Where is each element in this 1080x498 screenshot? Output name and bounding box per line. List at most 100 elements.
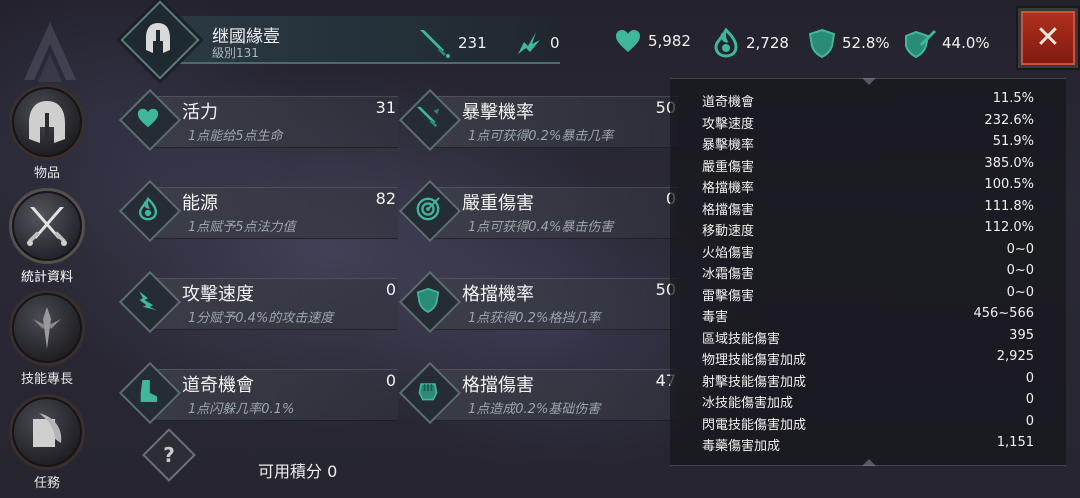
stat-row: 毒害 456~566 <box>702 306 1034 327</box>
target-icon <box>416 197 440 221</box>
character-level: 級別131 <box>212 46 259 60</box>
attribute-name: 暴擊機率 <box>462 102 534 123</box>
stat-value: 112.0% <box>984 220 1034 235</box>
attribute-value: 31 <box>375 98 396 117</box>
health-value: 5,982 <box>648 32 691 50</box>
stat-row: 移動速度 112.0% <box>702 220 1034 241</box>
stat-row: 區域技能傷害 395 <box>702 328 1034 349</box>
attribute-dodge[interactable]: 道奇機會 0 1点闪躲几率0.1% <box>118 361 398 425</box>
stat-value: 111.8% <box>984 198 1034 214</box>
shield-icon <box>416 287 440 313</box>
stat-value: 385.0% <box>984 155 1034 171</box>
stat-value: 232.6% <box>984 112 1034 128</box>
stat-name: 嚴重傷害 <box>702 159 755 175</box>
stat-row: 格擋傷害 111.8% <box>702 199 1034 220</box>
nav-item-items[interactable]: 物品 <box>4 84 90 181</box>
close-button[interactable]: ✕ <box>1018 8 1078 68</box>
stat-row: 雷擊傷害 0~0 <box>702 285 1034 306</box>
stat-name: 區域技能傷害 <box>702 331 781 347</box>
stat-row: 暴擊機率 51.9% <box>702 134 1034 155</box>
stat-value: 0 <box>1025 413 1034 429</box>
stat-name: 格擋機率 <box>702 181 755 196</box>
stat-name: 冰技能傷害加成 <box>702 396 794 411</box>
stats-panel: 道奇機會 11.5% 攻擊速度 232.6% 暴擊機率 51.9% 嚴重傷害 385.0% 格擋… <box>670 78 1066 466</box>
nav-item-stats[interactable]: 統計資料 <box>4 188 90 285</box>
stat-name: 格擋傷害 <box>702 202 755 218</box>
nav-item-skills[interactable]: 技能專長 <box>4 290 90 387</box>
attribute-desc: 1点可获得0.4%暴击伤害 <box>468 220 614 235</box>
attribute-name: 格擋機率 <box>462 284 534 305</box>
attribute-block-damage[interactable]: 格擋傷害 47 1点造成0.2%基础伤害 <box>398 361 678 425</box>
attribute-name: 嚴重傷害 <box>462 193 534 214</box>
stat-value: 11.5% <box>992 91 1034 106</box>
attack-value: 231 <box>458 34 487 52</box>
attribute-value: 0 <box>385 280 396 299</box>
stat-name: 火焰傷害 <box>702 245 755 261</box>
winged-hand-icon <box>139 291 157 311</box>
stat-row: 冰技能傷害加成 0 <box>702 392 1034 413</box>
armor-value: 52.8% <box>842 34 890 52</box>
attribute-block-chance[interactable]: 格擋機率 50 1点获得0.2%格挡几率 <box>398 270 678 334</box>
gauntlet-icon <box>418 383 438 401</box>
resist-value: 44.0% <box>942 34 990 52</box>
stat-row: 物理技能傷害加成 2,925 <box>702 349 1034 370</box>
stat-row: 火焰傷害 0~0 <box>702 242 1034 263</box>
sword-icon <box>420 30 450 58</box>
attribute-value: 82 <box>375 189 396 208</box>
attack-stat: 231 <box>418 28 487 58</box>
available-points: 可用積分 0 <box>258 462 338 481</box>
health-stat: 5,982 <box>614 28 691 54</box>
nav-label: 統計資料 <box>20 270 73 285</box>
stat-name: 物理技能傷害加成 <box>702 353 807 368</box>
attribute-name: 活力 <box>182 102 218 123</box>
stat-row: 道奇機會 11.5% <box>702 91 1034 112</box>
stat-name: 道奇機會 <box>702 95 755 110</box>
attribute-attack-speed[interactable]: 攻擊速度 0 1分赋予0.4%的攻击速度 <box>118 270 398 334</box>
helmet-icon <box>29 101 65 143</box>
stat-name: 射擊技能傷害加成 <box>702 374 807 390</box>
attribute-desc: 1点闪躲几率0.1% <box>188 402 295 417</box>
game-logo-icon <box>24 22 76 82</box>
attribute-crit-damage[interactable]: 嚴重傷害 0 1点可获得0.4%暴击伤害 <box>398 179 678 243</box>
stat-name: 暴擊機率 <box>702 138 755 153</box>
crossed-swords-icon <box>27 207 67 246</box>
nav-label: 任務 <box>33 476 60 491</box>
attribute-desc: 1点赋予5点法力值 <box>188 220 296 235</box>
skill-tree-icon <box>33 307 61 349</box>
help-icon: ? <box>163 443 175 467</box>
heart-icon <box>616 30 640 52</box>
resist-stat: 44.0% <box>904 28 990 58</box>
stat-row: 閃電技能傷害加成 0 <box>702 414 1034 435</box>
close-icon: ✕ <box>1035 20 1061 55</box>
stat-name: 冰霜傷害 <box>702 267 755 282</box>
stat-value: 0 <box>1025 370 1034 386</box>
attribute-name: 道奇機會 <box>182 375 254 396</box>
stat-value: 395 <box>1009 327 1034 343</box>
boot-icon <box>140 380 158 402</box>
stat-row: 毒藥傷害加成 1,151 <box>702 435 1034 456</box>
attribute-vitality[interactable]: 活力 31 1点能给5点生命 <box>118 88 398 152</box>
attribute-crit-chance[interactable]: 暴擊機率 50 1点可获得0.2%暴击几率 <box>398 88 678 152</box>
mana-value: 2,728 <box>746 34 789 52</box>
scroll-quill-icon <box>33 413 62 447</box>
attribute-name: 格擋傷害 <box>462 375 534 396</box>
helmet-icon <box>146 23 170 53</box>
stat-value: 456~566 <box>973 306 1034 321</box>
stat-row: 攻擊速度 232.6% <box>702 113 1034 134</box>
spell-stat: 0 <box>514 28 560 58</box>
stat-name: 攻擊速度 <box>702 116 755 132</box>
shield-sword-icon <box>905 30 936 58</box>
mana-stat: 2,728 <box>712 28 789 58</box>
stat-value: 0~0 <box>1006 284 1034 300</box>
stat-row: 嚴重傷害 385.0% <box>702 156 1034 177</box>
energy-flame-icon <box>138 197 158 221</box>
armor-stat: 52.8% <box>808 28 890 58</box>
stat-value: 100.5% <box>984 177 1034 192</box>
nav-item-quests[interactable]: 任務 <box>4 394 90 491</box>
stat-name: 移動速度 <box>702 224 755 239</box>
stat-value: 0 <box>1025 392 1034 407</box>
attribute-value: 0 <box>385 371 396 390</box>
stat-value: 2,925 <box>996 349 1034 364</box>
attribute-energy[interactable]: 能源 82 1点赋予5点法力值 <box>118 179 398 243</box>
attribute-desc: 1点造成0.2%基础伤害 <box>468 402 601 417</box>
